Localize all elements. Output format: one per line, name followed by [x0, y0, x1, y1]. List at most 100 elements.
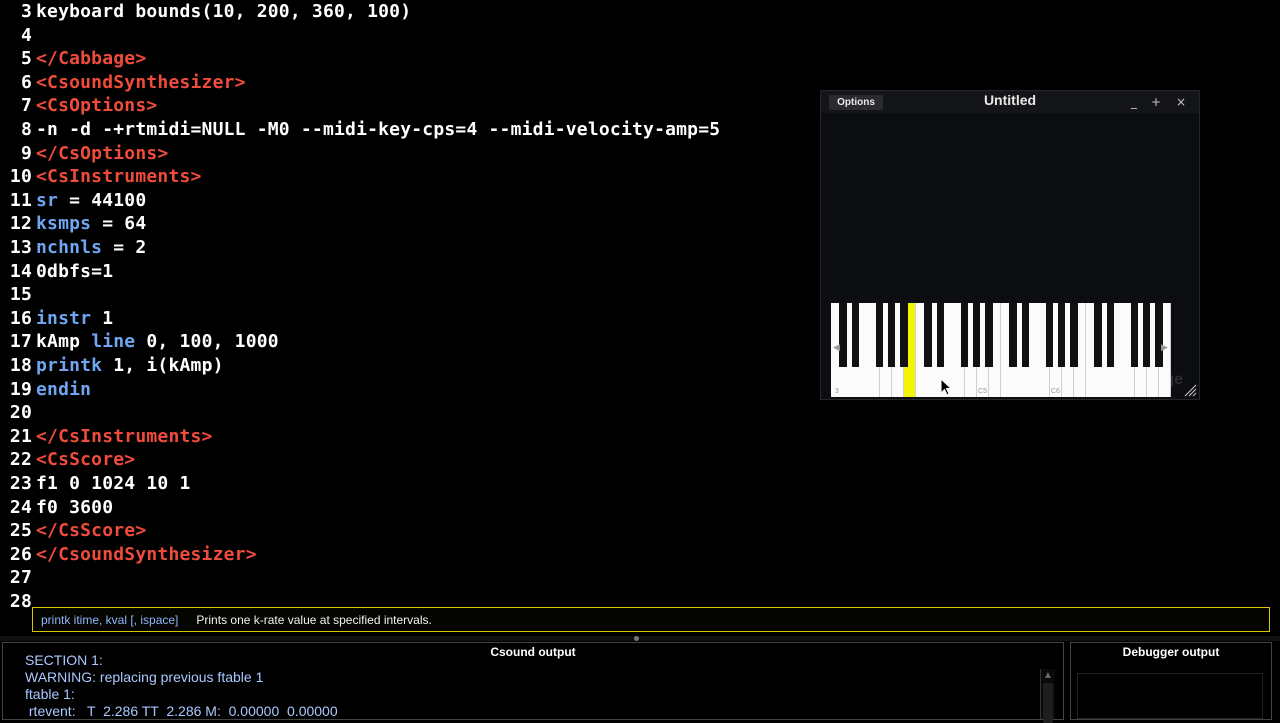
- code-token: = 2: [102, 237, 147, 258]
- code-line[interactable]: 7 <CsOptions>: [0, 94, 157, 117]
- line-number: 24: [9, 496, 32, 518]
- code-line[interactable]: 22 <CsScore>: [0, 448, 135, 471]
- line-number: 13: [9, 237, 32, 258]
- scrollbar-thumb[interactable]: [1043, 683, 1053, 723]
- black-key[interactable]: [936, 303, 945, 367]
- resize-grip-icon[interactable]: [1183, 383, 1197, 397]
- black-key[interactable]: [1070, 303, 1078, 367]
- code-line[interactable]: 28: [0, 590, 36, 613]
- black-key[interactable]: [1057, 303, 1066, 367]
- debugger-output-title: Debugger output: [1122, 645, 1220, 659]
- code-token: </Cabbage>: [36, 48, 147, 70]
- black-key[interactable]: [924, 303, 932, 367]
- code-token: </CsoundSynthesizer>: [36, 543, 257, 565]
- midi-keyboard[interactable]: 3 C5 C6 ◀ ▶: [831, 303, 1171, 397]
- black-key[interactable]: [839, 303, 847, 367]
- line-number: 20: [9, 402, 32, 424]
- code-token: nchnls: [36, 237, 103, 258]
- line-number: 15: [9, 284, 32, 306]
- close-icon[interactable]: ×: [1173, 94, 1189, 110]
- code-token: </CsInstruments>: [36, 425, 213, 447]
- line-number: 22: [9, 449, 32, 471]
- code-token: </CsOptions>: [36, 142, 169, 164]
- minimize-icon[interactable]: _: [1126, 94, 1142, 110]
- code-line[interactable]: 24 f0 3600: [0, 496, 113, 519]
- black-key[interactable]: [1045, 303, 1054, 367]
- code-line[interactable]: 21 </CsInstruments>: [0, 425, 213, 448]
- code-line[interactable]: 16 instr 1: [0, 307, 113, 330]
- code-line[interactable]: 4: [0, 24, 36, 47]
- line-number: 14: [9, 260, 32, 282]
- code-token: <CsScore>: [36, 449, 136, 471]
- plugin-window-title: Untitled: [983, 92, 1037, 108]
- scroll-right-arrow-icon[interactable]: ▶: [1161, 343, 1169, 353]
- scroll-left-arrow-icon[interactable]: ◀: [833, 343, 841, 353]
- code-line[interactable]: 14 0dbfs=1: [0, 260, 113, 283]
- black-key[interactable]: [851, 303, 860, 367]
- code-token: <CsoundSynthesizer>: [36, 71, 246, 93]
- code-token: = 64: [91, 213, 147, 235]
- line-number: 8: [20, 119, 32, 140]
- output-line: WARNING: replacing previous ftable 1: [25, 669, 264, 685]
- code-token: </CsScore>: [36, 520, 147, 542]
- code-token: line: [91, 331, 136, 353]
- code-line[interactable]: 9 </CsOptions>: [0, 142, 168, 165]
- code-token: <CsOptions>: [36, 95, 158, 117]
- code-token: 1, i(kAmp): [102, 355, 224, 376]
- code-line[interactable]: 6 <CsoundSynthesizer>: [0, 71, 246, 94]
- black-key[interactable]: [1155, 303, 1163, 367]
- black-key[interactable]: [875, 303, 884, 367]
- code-line[interactable]: 11 sr = 44100: [0, 189, 146, 212]
- code-line[interactable]: 5 </Cabbage>: [0, 47, 146, 70]
- code-line[interactable]: 13 nchnls = 2: [0, 236, 146, 259]
- csound-output-log[interactable]: SECTION 1: WARNING: replacing previous ft…: [25, 652, 1033, 719]
- output-line: SECTION 1:: [25, 652, 103, 668]
- code-line[interactable]: 23 f1 0 1024 10 1: [0, 472, 191, 495]
- black-key[interactable]: [960, 303, 969, 367]
- plugin-titlebar[interactable]: Options Untitled _ + ×: [821, 91, 1199, 113]
- line-number: 25: [9, 520, 32, 542]
- splitter-grip-icon[interactable]: [634, 636, 639, 641]
- code-line[interactable]: 26 </CsoundSynthesizer>: [0, 543, 257, 566]
- black-key[interactable]: [1009, 303, 1017, 367]
- code-token: f1 0 1024 10 1: [36, 473, 191, 494]
- code-line[interactable]: 25 </CsScore>: [0, 519, 146, 542]
- plugin-window[interactable]: Options Untitled _ + × ge 3 C5 C6 ◀ ▶: [820, 90, 1200, 400]
- black-key[interactable]: [1106, 303, 1115, 367]
- black-key[interactable]: [985, 303, 993, 367]
- code-token: printk: [36, 355, 103, 376]
- line-number: 11: [9, 189, 32, 211]
- scroll-up-arrow-icon[interactable]: ▲: [1041, 669, 1055, 681]
- code-line[interactable]: 10 <CsInstruments>: [0, 165, 202, 188]
- line-number: 18: [9, 355, 32, 376]
- line-number: 28: [9, 591, 32, 612]
- line-number: 26: [9, 543, 32, 565]
- opcode-tooltip: printk itime, kval [, ispace] Prints one…: [32, 607, 1270, 632]
- maximize-icon[interactable]: +: [1148, 94, 1164, 110]
- code-line[interactable]: 27: [0, 566, 36, 589]
- opcode-signature: printk itime, kval [, ispace]: [41, 612, 179, 627]
- line-number: 10: [9, 166, 32, 188]
- code-token: f0 3600: [36, 496, 114, 518]
- panel-splitter[interactable]: [0, 636, 1280, 641]
- debugger-output-area[interactable]: [1077, 673, 1263, 719]
- code-line[interactable]: 18 printk 1, i(kAmp): [0, 354, 224, 377]
- code-line[interactable]: 12 ksmps = 64: [0, 212, 146, 235]
- black-key[interactable]: [1142, 303, 1151, 367]
- line-number: 27: [9, 567, 32, 589]
- code-line[interactable]: 17 kAmp line 0, 100, 1000: [0, 330, 279, 353]
- black-key[interactable]: [1094, 303, 1102, 367]
- code-line[interactable]: 15: [0, 283, 36, 306]
- black-key[interactable]: [900, 303, 908, 367]
- black-key[interactable]: [972, 303, 981, 367]
- opcode-description: Prints one k-rate value at specified int…: [196, 612, 432, 627]
- line-number: 12: [9, 213, 32, 235]
- black-key[interactable]: [887, 303, 896, 367]
- black-key[interactable]: [1130, 303, 1139, 367]
- code-line[interactable]: 19 endin: [0, 378, 91, 401]
- csound-output-scrollbar[interactable]: ▲: [1040, 669, 1055, 723]
- code-line[interactable]: 8 -n -d -+rtmidi=NULL -M0 --midi-key-cps=…: [0, 118, 720, 141]
- black-key[interactable]: [1021, 303, 1030, 367]
- code-line[interactable]: 3 keyboard bounds(10, 200, 360, 100): [0, 0, 411, 23]
- code-line[interactable]: 20: [0, 401, 36, 424]
